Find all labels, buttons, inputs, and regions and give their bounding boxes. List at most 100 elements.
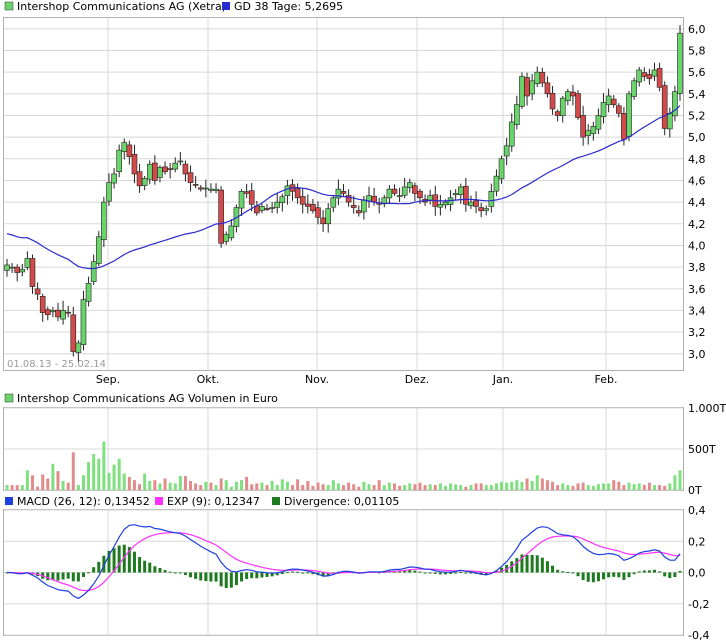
price-candle [575, 93, 581, 118]
price-candle [218, 189, 224, 244]
volume-bar [41, 474, 45, 490]
price-candle [473, 200, 479, 207]
price-candle [90, 261, 97, 282]
price-candle [330, 197, 337, 208]
volume-bar [10, 485, 14, 490]
price-candle [621, 113, 627, 140]
price-candle [299, 196, 306, 205]
volume-bar [321, 484, 325, 490]
price-legend-label-2: GD 38 Tage: 5,2695 [234, 0, 343, 13]
price-candle [101, 201, 107, 241]
volume-bar [347, 482, 351, 490]
price-candle [478, 207, 484, 212]
volume-bar [403, 485, 407, 490]
divergence-bar [148, 562, 152, 573]
price-candle [457, 186, 464, 195]
price-candle [228, 225, 235, 239]
price-y-tick-label: 5,2 [688, 109, 706, 122]
price-candle [570, 91, 576, 97]
price-candle [559, 97, 566, 117]
price-y-tick-label: 5,4 [688, 88, 706, 101]
price-candle [406, 182, 413, 188]
volume-bar [474, 483, 478, 490]
divergence-bar [535, 555, 539, 573]
divergence-bar [194, 572, 198, 579]
price-candle [401, 186, 408, 196]
volume-bar [627, 482, 631, 490]
divergence-bar [586, 572, 590, 582]
divergence-bar [153, 566, 157, 573]
price-y-tick-label: 3,6 [688, 283, 706, 296]
volume-bar [306, 480, 310, 490]
volume-bar [617, 481, 621, 490]
volume-bar [382, 485, 386, 490]
divergence-bar [92, 567, 96, 573]
divergence-bar [637, 571, 641, 573]
price-candle [126, 144, 133, 157]
price-candle [4, 264, 10, 271]
price-y-tick-label: 4,2 [688, 218, 706, 231]
volume-bar [678, 470, 682, 490]
price-candle [192, 184, 199, 186]
divergence-bar [576, 572, 580, 577]
divergence-bar [647, 570, 651, 573]
volume-bar [199, 485, 203, 490]
volume-bar [443, 485, 447, 490]
price-candle [595, 115, 602, 130]
volume-bar [331, 480, 335, 490]
divergence-bar [423, 572, 427, 574]
price-candle [95, 236, 102, 264]
divergence-bar [642, 570, 646, 573]
price-candle [565, 91, 571, 102]
volume-bar [576, 483, 580, 490]
price-candle [610, 98, 617, 105]
price-candle [75, 342, 82, 353]
price-candle [19, 268, 26, 273]
price-candle [65, 311, 71, 314]
price-candle [187, 172, 194, 183]
price-candle [9, 266, 15, 269]
divergence-bar [561, 571, 565, 573]
price-candle [14, 266, 20, 273]
price-candle [519, 76, 525, 107]
price-legend-label-1: Intershop Communications AG (Xetra) [17, 0, 226, 13]
divergence-bar [540, 557, 544, 573]
volume-bar [494, 483, 498, 490]
price-candle [248, 190, 255, 205]
price-candle [605, 95, 612, 106]
price-candle [116, 149, 122, 173]
divergence-bar [229, 572, 233, 588]
divergence-bar [143, 560, 147, 573]
price-candle [70, 314, 77, 352]
volume-bar [591, 485, 595, 490]
volume-bar [178, 476, 182, 490]
volume-bar [260, 482, 264, 490]
divergence-bar [658, 571, 662, 573]
divergence-bar [189, 572, 193, 578]
divergence-bar [459, 572, 463, 574]
price-candle [284, 185, 291, 196]
volume-bar [296, 479, 300, 490]
price-panel: Intershop Communications AG (Xetra) GD 3… [3, 0, 706, 386]
volume-bar [581, 482, 585, 490]
price-candle [554, 111, 561, 116]
volume-bar [87, 462, 91, 490]
volume-bar [342, 485, 345, 490]
volume-bar [586, 485, 590, 490]
volume-bar [449, 483, 453, 490]
divergence-bar [255, 572, 259, 579]
divergence-bar [581, 572, 585, 581]
volume-bar [46, 478, 50, 490]
price-candle [106, 182, 112, 202]
volume-bar [25, 470, 29, 490]
volume-bar [280, 479, 284, 490]
price-candle [305, 203, 311, 207]
volume-bar [602, 483, 606, 490]
divergence-bar [178, 572, 182, 574]
price-candle [493, 175, 500, 192]
price-candle [172, 162, 179, 170]
volume-bar [607, 483, 611, 490]
exp-legend-swatch [155, 497, 163, 505]
divergence-bar [97, 561, 101, 573]
divergence-bar [285, 572, 289, 574]
